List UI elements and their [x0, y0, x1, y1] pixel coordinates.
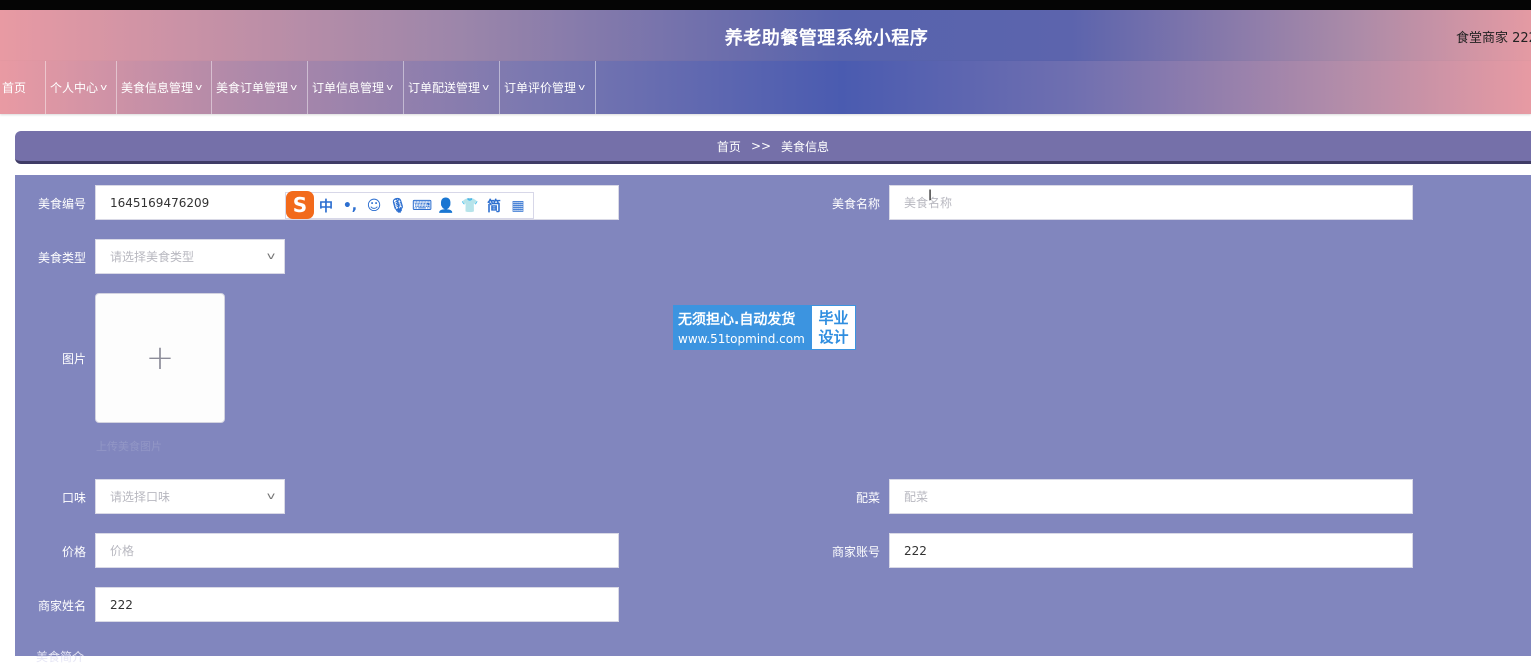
merchant-account-label: 商家账号: [831, 545, 880, 559]
watermark-text: 无须担心.自动发货 www.51topmind.com: [673, 305, 811, 350]
nav-personal-center-label: 个人中心: [50, 81, 99, 95]
chevron-down-icon: v: [195, 82, 203, 93]
chevron-down-icon: v: [266, 491, 276, 502]
simplified-icon[interactable]: 简: [482, 196, 506, 216]
nav-order-delivery-management[interactable]: 订单配送管理 v: [404, 61, 500, 114]
main-nav: 首页 个人中心 v 美食信息管理 v 美食订单管理 v 订单信息管理 v 订单配送管理 v…: [0, 61, 1531, 114]
watermark-tag-line1: 毕业: [818, 308, 849, 327]
merchant-name-label: 商家姓名: [37, 599, 86, 613]
emoji-icon[interactable]: ☺: [362, 198, 386, 214]
nav-food-order-label: 美食订单管理: [216, 81, 289, 95]
food-name-label: 美食名称: [831, 197, 880, 211]
image-label: 图片: [61, 352, 86, 366]
toolbox-icon[interactable]: ▦: [506, 198, 530, 214]
app-header: 养老助餐管理系统小程序 食堂商家 222: [0, 10, 1531, 61]
image-upload-tip: 上传美食图片: [96, 440, 162, 453]
breadcrumb: 首页 >> 美食信息: [15, 131, 1531, 164]
breadcrumb-separator: >>: [750, 139, 772, 153]
watermark-tag: 毕业 设计: [810, 305, 856, 350]
chevron-down-icon: v: [482, 82, 490, 93]
watermark-url: www.51topmind.com: [678, 332, 805, 346]
app-title: 养老助餐管理系统小程序: [724, 28, 929, 49]
plus-icon: +: [145, 338, 175, 378]
keyboard-icon[interactable]: ⌨: [410, 198, 434, 214]
food-intro-label: 美食简介: [36, 650, 85, 664]
price-label: 价格: [61, 545, 86, 559]
food-name-input[interactable]: 美食名称: [889, 185, 1413, 220]
image-upload[interactable]: +: [95, 293, 225, 423]
side-dish-label: 配菜: [855, 491, 880, 505]
punctuation-icon[interactable]: •,: [338, 198, 362, 214]
nav-order-delivery-label: 订单配送管理: [408, 81, 481, 95]
nav-home[interactable]: 首页: [0, 61, 46, 114]
watermark-line1: 无须担心.自动发货: [678, 312, 796, 328]
food-no-label: 美食编号: [37, 197, 86, 211]
chinese-mode-icon[interactable]: 中: [314, 196, 338, 216]
nav-order-review-label: 订单评价管理: [504, 81, 577, 95]
top-black-strip: [0, 0, 1531, 10]
text-cursor-icon: I: [928, 188, 933, 204]
chevron-down-icon: v: [578, 82, 586, 93]
nav-personal-center[interactable]: 个人中心 v: [46, 61, 117, 114]
nav-order-info-management[interactable]: 订单信息管理 v: [308, 61, 404, 114]
ime-toolbar: S 中 •, ☺ 🎙 ⌨ 👤 👕 简 ▦: [285, 190, 534, 219]
merchant-account-input[interactable]: 222: [889, 533, 1413, 568]
skin-icon[interactable]: 👕: [458, 198, 482, 214]
watermark-tag-line2: 设计: [818, 327, 849, 346]
taste-label: 口味: [61, 491, 86, 505]
microphone-icon[interactable]: 🎙: [386, 198, 410, 214]
watermark-badge: 无须担心.自动发货 www.51topmind.com 毕业 设计: [673, 305, 856, 350]
chevron-down-icon: v: [266, 251, 276, 262]
merchant-name-input[interactable]: 222: [95, 587, 619, 622]
chevron-down-icon: v: [100, 82, 108, 93]
taste-placeholder: 请选择口味: [110, 490, 171, 504]
food-type-label: 美食类型: [37, 251, 86, 265]
user-label[interactable]: 食堂商家 222: [1456, 27, 1531, 46]
food-type-placeholder: 请选择美食类型: [110, 250, 195, 264]
nav-order-review-management[interactable]: 订单评价管理 v: [500, 61, 596, 114]
nav-food-info-label: 美食信息管理: [121, 81, 194, 95]
breadcrumb-home[interactable]: 首页: [717, 138, 741, 155]
sogou-logo-icon[interactable]: S: [286, 190, 314, 219]
nav-order-info-label: 订单信息管理: [312, 81, 385, 95]
nav-food-info-management[interactable]: 美食信息管理 v: [117, 61, 212, 114]
food-type-select[interactable]: 请选择美食类型 v: [95, 239, 285, 274]
side-dish-input[interactable]: 配菜: [889, 479, 1413, 514]
user-icon[interactable]: 👤: [434, 198, 458, 214]
chevron-down-icon: v: [386, 82, 394, 93]
price-input[interactable]: 价格: [95, 533, 619, 568]
chevron-down-icon: v: [290, 82, 298, 93]
nav-food-order-management[interactable]: 美食订单管理 v: [212, 61, 308, 114]
taste-select[interactable]: 请选择口味 v: [95, 479, 285, 514]
nav-home-label: 首页: [2, 81, 27, 95]
breadcrumb-current: 美食信息: [781, 139, 830, 154]
